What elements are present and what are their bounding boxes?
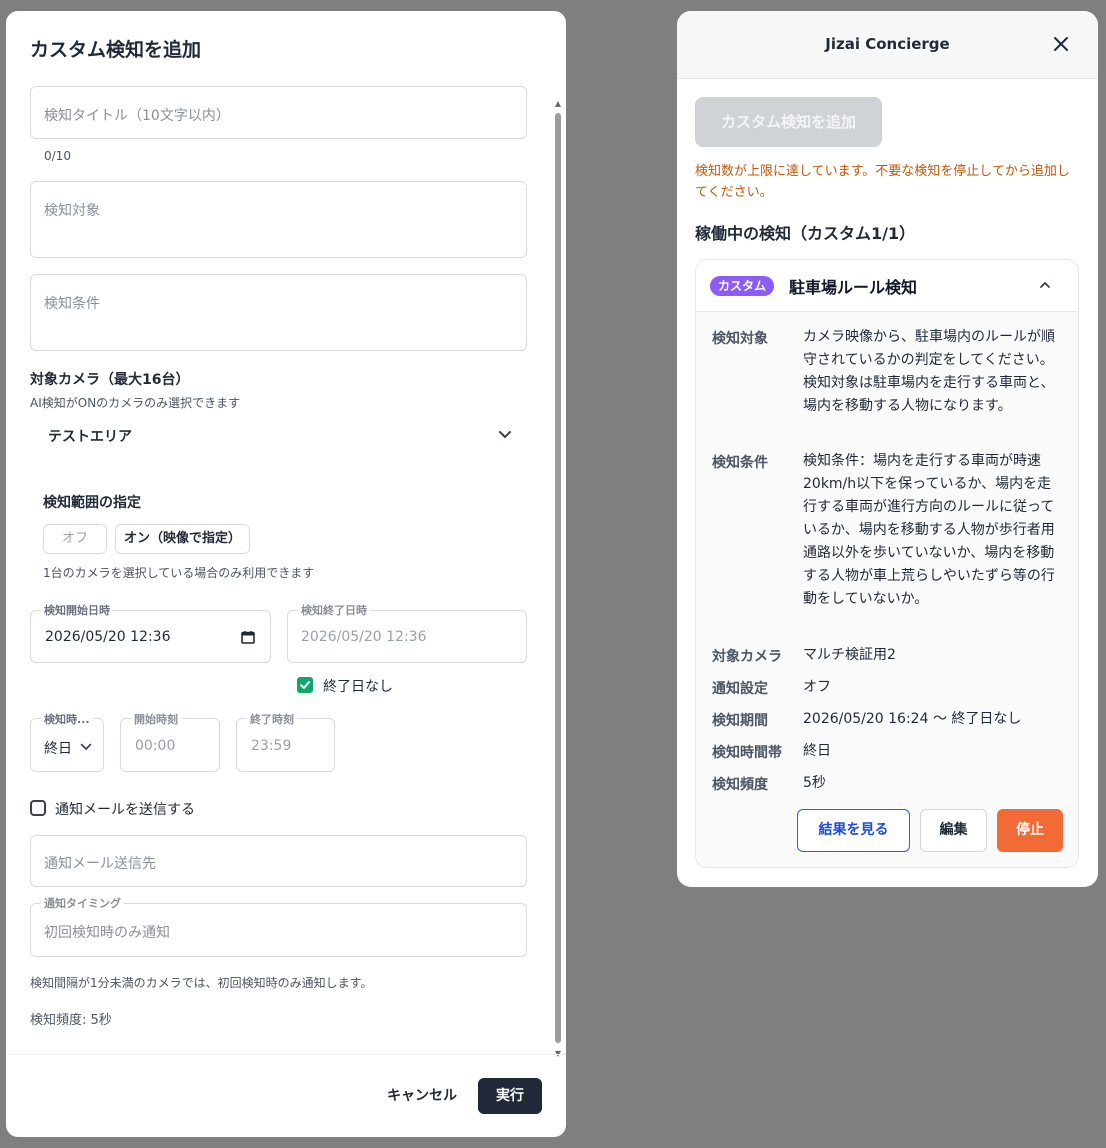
chevron-up-icon[interactable] [1038,278,1052,292]
chevron-down-icon [499,431,511,438]
row-value-period: 2026/05/20 16:24 〜 終了日なし [803,711,1022,727]
notification-timing-label: 通知タイミング [41,895,124,911]
close-icon[interactable] [1050,33,1072,55]
end-time-label: 終了時刻 [247,711,297,727]
detection-condition-placeholder: 検知条件 [44,296,100,312]
panel-header: Jizai Concierge [677,11,1098,79]
row-value-condition: 検知条件：場内を走行する車両が時速20km/h以下を保っているか、場内を走行する… [803,453,1055,607]
target-camera-title: 対象カメラ（最大16台） [30,372,190,388]
row-label-notification: 通知設定 [712,681,768,697]
timing-note: 検知間隔が1分未満のカメラでは、初回検知時のみ通知します。 [30,976,373,990]
mail-recipient-placeholder: 通知メール送信先 [44,856,156,872]
end-datetime-label: 検知終了日時 [298,602,370,618]
camera-selected-value: テストエリア [48,429,132,445]
footer-divider [6,1054,566,1055]
row-value-frequency: 5秒 [803,775,826,791]
limit-warning: 検知数が上限に達しています。不要な検知を停止してから追加してください。 [695,164,1070,200]
edit-button[interactable]: 編集 [920,809,987,852]
row-label-period: 検知期間 [712,713,768,729]
view-results-button[interactable]: 結果を見る [797,809,910,852]
end-datetime-value: 2026/05/20 12:36 [301,629,427,645]
row-label-condition: 検知条件 [712,455,768,471]
check-icon [300,681,310,689]
detection-frequency: 検知頻度: 5秒 [30,1013,112,1028]
camera-select[interactable]: テストエリア [30,417,527,453]
range-on-button[interactable]: オン（映像で指定） [115,524,250,554]
range-hint: 1台のカメラを選択している場合のみ利用できます [43,566,315,580]
concierge-panel: Jizai Concierge カスタム検知を追加 検知数が上限に達しています。… [677,11,1098,887]
detection-title-placeholder: 検知タイトル（10文字以内） [44,108,230,124]
title-char-counter: 0/10 [44,149,71,163]
row-label-target: 検知対象 [712,331,768,347]
row-label-frequency: 検知頻度 [712,777,768,793]
no-end-date-checkbox[interactable] [297,677,313,693]
notification-timing-select: 初回検知時のみ通知 [30,903,527,957]
scroll-up-arrow-icon[interactable]: ▲ [553,99,563,109]
dialog-scrollbar[interactable]: ▲ ▼ [553,99,563,1059]
row-label-time-band: 検知時間帯 [712,745,782,761]
running-detections-title: 稼働中の検知（カスタム1/1） [695,224,916,243]
notification-timing-value: 初回検知時のみ通知 [44,925,170,941]
end-time-value: 23:59 [251,738,292,754]
no-end-date-label[interactable]: 終了日なし [323,676,393,696]
dialog-title: カスタム検知を追加 [30,39,202,61]
send-mail-checkbox[interactable] [30,800,46,816]
start-datetime-label: 検知開始日時 [41,602,113,618]
run-button[interactable]: 実行 [478,1078,542,1114]
row-value-camera: マルチ検証用2 [803,647,896,663]
row-value-time-band: 終日 [803,743,831,759]
start-datetime-value: 2026/05/20 12:36 [45,629,171,645]
start-time-value: 00:00 [135,738,176,754]
stop-button[interactable]: 停止 [997,809,1063,852]
detection-target-textarea[interactable]: 検知対象 [30,181,527,258]
detection-title-input[interactable]: 検知タイトル（10文字以内） [30,86,527,139]
add-custom-detection-button: カスタム検知を追加 [695,97,882,147]
row-value-target: カメラ映像から、駐車場内のルールが順守されているかの判定をしてください。 検知対… [803,329,1055,414]
custom-badge: カスタム [710,276,775,296]
range-off-button[interactable]: オフ [43,524,107,554]
row-label-camera: 対象カメラ [712,649,782,665]
scroll-thumb[interactable] [555,113,561,1043]
detection-target-placeholder: 検知対象 [44,203,100,219]
row-value-notification: オフ [803,679,831,695]
start-time-label: 開始時刻 [131,711,181,727]
cancel-button[interactable]: キャンセル [378,1078,466,1114]
time-period-value: 終日 [44,741,72,757]
detection-condition-textarea[interactable]: 検知条件 [30,274,527,351]
calendar-icon[interactable] [241,630,255,644]
chevron-down-icon [80,743,92,750]
detection-card: カスタム 駐車場ルール検知 検知対象 カメラ映像から、駐車場内のルールが順守され… [695,259,1079,868]
detection-card-header[interactable]: カスタム 駐車場ルール検知 [696,260,1078,312]
time-period-label: 検知時... [41,711,93,727]
detection-card-title: 駐車場ルール検知 [789,278,918,297]
target-camera-hint: AI検知がONのカメラのみ選択できます [30,396,241,410]
detection-range-title: 検知範囲の指定 [43,495,141,511]
add-custom-detection-dialog: カスタム検知を追加 検知タイトル（10文字以内） 0/10 検知対象 検知条件 … [6,11,566,1137]
panel-title: Jizai Concierge [825,35,950,53]
mail-recipient-input[interactable]: 通知メール送信先 [30,835,527,887]
send-mail-label[interactable]: 通知メールを送信する [55,799,195,819]
